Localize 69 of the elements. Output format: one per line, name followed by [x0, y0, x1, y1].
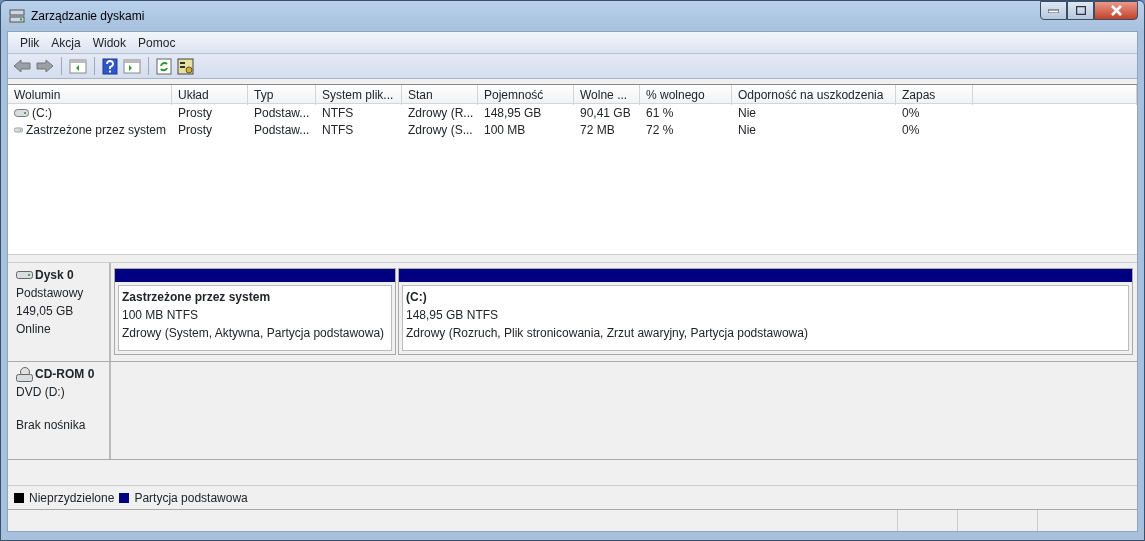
- partition-status: Zdrowy (System, Aktywna, Partycja podstawowa): [122, 325, 386, 342]
- table-cell-text: NTFS: [321, 104, 355, 121]
- menu-item[interactable]: Akcja: [45, 33, 87, 52]
- table-cell-text: 61 %: [645, 104, 675, 121]
- table-cell-text: Zdrowy (R...: [407, 104, 475, 121]
- column-header[interactable]: % wolnego: [640, 85, 732, 105]
- table-cell-text: Nie: [737, 104, 757, 121]
- forward-button[interactable]: [35, 58, 55, 74]
- column-header[interactable]: Typ: [248, 85, 316, 105]
- minimize-icon: [1048, 8, 1059, 13]
- disk-name: Dysk 0: [35, 267, 74, 284]
- table-cell-text: Podstaw...: [253, 121, 311, 138]
- disk-info: 149,05 GB: [16, 303, 75, 320]
- column-header[interactable]: Stan: [402, 85, 478, 105]
- table-cell-text: 72 MB: [579, 121, 616, 138]
- menu-item[interactable]: Pomoc: [132, 33, 182, 52]
- column-header[interactable]: Pojemność: [478, 85, 574, 105]
- properties-icon[interactable]: [176, 56, 195, 76]
- help-icon[interactable]: [101, 56, 119, 76]
- partition-size: 100 MB NTFS: [122, 307, 200, 324]
- table-cell-text: Prosty: [177, 104, 213, 121]
- console-tree-icon[interactable]: [68, 57, 88, 75]
- cd-drive-icon: [16, 366, 33, 382]
- maximize-button[interactable]: [1067, 1, 1094, 20]
- column-header[interactable]: Odporność na uszkodzenia: [732, 85, 896, 105]
- partition-name: (C:): [406, 289, 428, 306]
- disk-info: DVD (D:): [16, 384, 66, 401]
- menu-item[interactable]: Widok: [86, 33, 133, 52]
- table-cell-text: NTFS: [321, 121, 355, 138]
- disk-info: Podstawowy: [16, 285, 85, 302]
- table-cell-text: (C:): [32, 104, 52, 122]
- table-cell-text: Prosty: [177, 121, 213, 138]
- close-icon: [1109, 5, 1123, 16]
- table-cell-text: 0%: [901, 121, 921, 138]
- close-button[interactable]: [1094, 1, 1138, 20]
- table-cell-text: Zdrowy (S...: [407, 121, 474, 138]
- legend-label: Partycja podstawowa: [134, 489, 248, 507]
- drive-icon: [14, 125, 23, 134]
- disk-management-icon: [9, 9, 25, 23]
- partition-size: 148,95 GB NTFS: [406, 307, 500, 324]
- column-header[interactable]: System plik...: [316, 85, 402, 105]
- disk-info: Online: [16, 321, 52, 338]
- legend-label: Nieprzydzielone: [29, 489, 115, 507]
- column-header[interactable]: Wolne ...: [574, 85, 640, 105]
- partition-name: Zastrzeżone przez system: [122, 289, 272, 306]
- menu-item[interactable]: Plik: [14, 33, 46, 52]
- table-cell-text: Nie: [737, 121, 757, 138]
- minimize-button[interactable]: [1040, 1, 1067, 20]
- drive-icon: [14, 108, 29, 117]
- back-button[interactable]: [12, 58, 32, 74]
- disk-drive-icon: [16, 270, 33, 280]
- table-cell-text: Zastrzeżone przez system: [25, 121, 166, 139]
- refresh-icon[interactable]: [155, 56, 173, 76]
- partition-status: Zdrowy (Rozruch, Plik stronicowania, Zrzut awaryjny, Partycja podstawowa): [406, 325, 809, 342]
- column-header[interactable]: Wolumin: [8, 85, 172, 105]
- column-header[interactable]: Zapas: [896, 85, 973, 105]
- column-header[interactable]: Układ: [172, 85, 248, 105]
- table-cell-text: 148,95 GB: [483, 104, 543, 121]
- disk-info: Brak nośnika: [16, 417, 87, 434]
- window-title: Zarządzanie dyskami: [31, 8, 145, 25]
- table-cell-text: 100 MB: [483, 121, 527, 138]
- table-cell-text: 0%: [901, 104, 921, 121]
- table-cell-text: 72 %: [645, 121, 675, 138]
- maximize-icon: [1075, 6, 1086, 15]
- table-cell-text: 90,41 GB: [579, 104, 632, 121]
- table-cell-text: Podstaw...: [253, 104, 311, 121]
- partition-block[interactable]: Zastrzeżone przez system 100 MB NTFS Zdrowy (System, Aktywna, Partycja podstawowa): [114, 268, 396, 355]
- disk-name: CD-ROM 0: [35, 366, 95, 383]
- partition-block[interactable]: (C:) 148,95 GB NTFS Zdrowy (Rozruch, Plik stronicowania, Zrzut awaryjny, Partycja podstawowa): [398, 268, 1133, 355]
